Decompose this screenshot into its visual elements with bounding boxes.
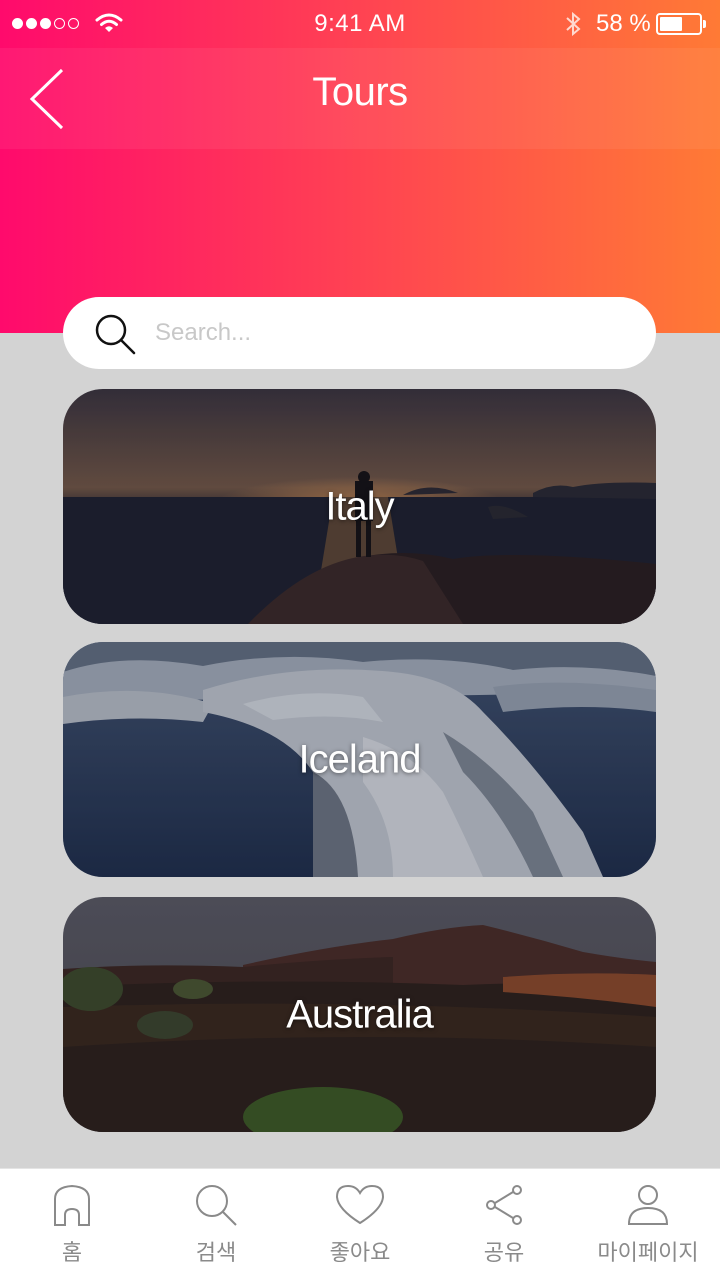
- navigation-bar: Tours: [0, 48, 720, 149]
- battery-percent: 58 %: [596, 10, 651, 37]
- tour-name-italy: Italy: [325, 484, 394, 528]
- tab-label-likes: 좋아요: [329, 1241, 391, 1266]
- search-icon: [196, 1185, 237, 1226]
- battery-nub: [703, 20, 706, 28]
- status-bar: 9:41 AM 58 %: [0, 0, 720, 48]
- tab-home[interactable]: 홈: [0, 1169, 144, 1280]
- tour-card-iceland[interactable]: Iceland: [63, 642, 656, 877]
- tab-likes[interactable]: 좋아요: [288, 1169, 432, 1280]
- tab-label-home: 홈: [61, 1241, 83, 1266]
- bluetooth-icon: [566, 11, 581, 37]
- page-title: Tours: [312, 70, 408, 114]
- tab-share[interactable]: 공유: [432, 1169, 576, 1280]
- search-input[interactable]: [155, 311, 625, 355]
- tour-name-iceland: Iceland: [298, 737, 422, 781]
- search-bar[interactable]: [63, 297, 656, 369]
- battery-icon: [656, 13, 702, 35]
- heart-icon: [335, 1184, 385, 1225]
- home-icon: [54, 1184, 90, 1226]
- bottom-tab-bar: 홈 검색 좋아요 공유 마이페이지: [0, 1168, 720, 1280]
- search-icon: [95, 314, 136, 355]
- tab-label-my-page: 마이페이지: [597, 1241, 699, 1266]
- tab-label-search: 검색: [195, 1241, 237, 1266]
- share-icon: [486, 1185, 522, 1225]
- tour-card-italy[interactable]: Italy: [63, 389, 656, 624]
- tour-card-australia[interactable]: Australia: [63, 897, 656, 1132]
- tab-label-share: 공유: [483, 1241, 525, 1266]
- tab-my-page[interactable]: 마이페이지: [576, 1169, 720, 1280]
- tour-name-australia: Australia: [286, 992, 434, 1036]
- tab-search[interactable]: 검색: [144, 1169, 288, 1280]
- user-icon: [627, 1185, 669, 1225]
